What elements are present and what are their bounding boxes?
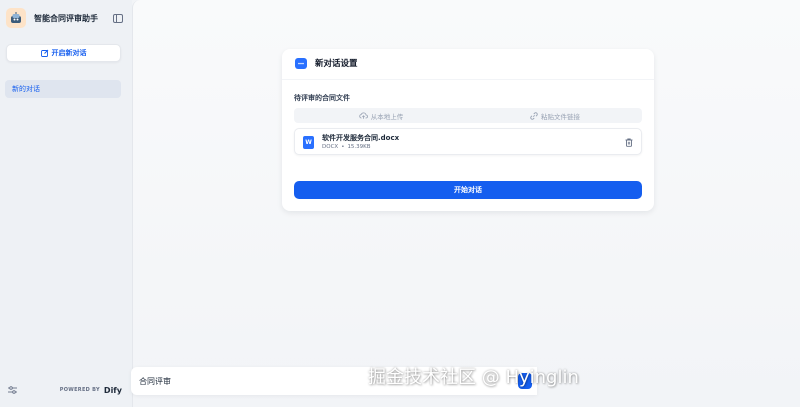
new-chat-label: 开启新对话: [51, 49, 87, 57]
powered-by-label: POWERED BY: [59, 387, 100, 393]
uploaded-file-item: W 软件开发服务合同.docx DOCX • 15.39KB: [294, 128, 642, 155]
new-chat-settings-card: 新对话设置 待评审的合同文件 从本地上传 粘贴文件链接 W 软件开发服务合同.d…: [282, 49, 654, 211]
app-header: 智能合同评审助手: [6, 7, 126, 29]
robot-avatar-icon: [6, 8, 26, 28]
start-chat-button[interactable]: 开始对话: [294, 181, 642, 199]
cloud-upload-icon: [359, 112, 368, 119]
watermark: 掘金技术社区 @ Hyinglin: [368, 367, 579, 388]
file-size: 15.39KB: [347, 144, 371, 150]
main-area: 新对话设置 待评审的合同文件 从本地上传 粘贴文件链接 W 软件开发服务合同.d…: [132, 0, 800, 407]
link-icon: [530, 111, 538, 120]
divider: [282, 79, 654, 80]
file-type: DOCX: [322, 144, 339, 150]
docx-file-icon: W: [303, 136, 314, 149]
new-chat-button[interactable]: 开启新对话: [6, 44, 121, 62]
chat-bubble-icon: [295, 57, 307, 69]
sidebar-footer: POWERED BY Dify: [8, 384, 122, 396]
file-meta-separator: •: [341, 144, 345, 150]
powered-by: POWERED BY Dify: [60, 386, 122, 395]
chat-input-value: 合同评审: [139, 376, 171, 386]
sidebar-collapse-icon[interactable]: [112, 12, 124, 24]
paste-link-label: 粘贴文件链接: [541, 112, 580, 121]
settings-sliders-icon[interactable]: [8, 385, 18, 395]
conversation-label: 新的对话: [12, 85, 40, 93]
app-title: 智能合同评审助手: [34, 13, 98, 23]
upload-local-label: 从本地上传: [370, 112, 404, 121]
upload-options: 从本地上传 粘贴文件链接: [294, 108, 642, 123]
dify-logo: Dify: [103, 385, 122, 395]
card-title: 新对话设置: [315, 59, 358, 69]
trash-icon[interactable]: [624, 137, 634, 147]
upload-local-button[interactable]: 从本地上传: [294, 108, 468, 123]
conversation-item[interactable]: 新的对话: [5, 80, 121, 98]
card-header: 新对话设置: [295, 56, 358, 70]
sidebar: 智能合同评审助手 开启新对话 新的对话 POWERED BY Dify: [0, 0, 132, 407]
file-name: 软件开发服务合同.docx: [322, 134, 400, 142]
start-chat-label: 开始对话: [454, 186, 482, 194]
paste-link-button[interactable]: 粘贴文件链接: [468, 108, 642, 123]
file-meta: DOCX • 15.39KB: [322, 144, 371, 150]
contract-file-label: 待评审的合同文件: [294, 94, 350, 102]
edit-icon: [40, 49, 48, 57]
